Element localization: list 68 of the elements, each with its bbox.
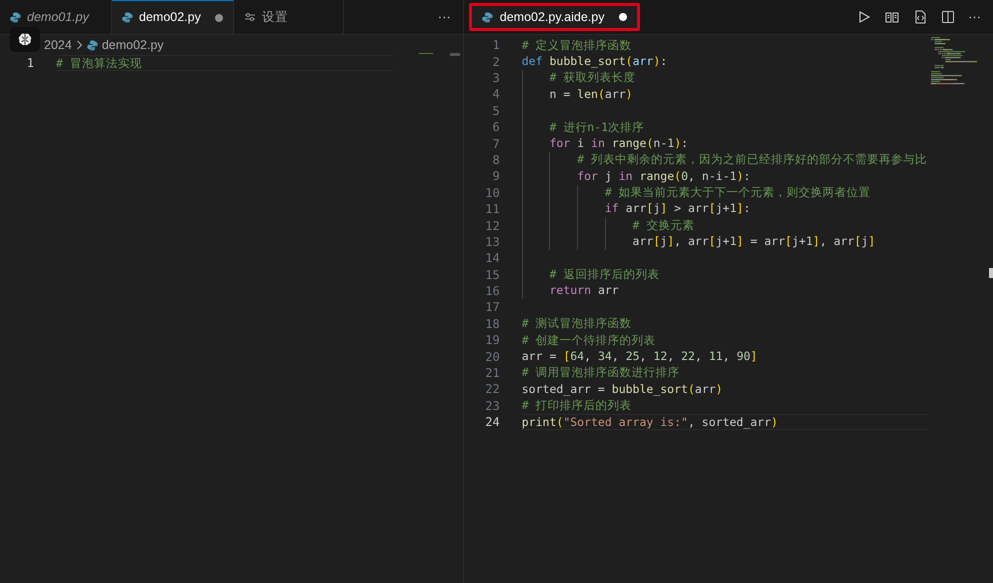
- code-line: # 进行n-1次排序: [548, 118, 644, 136]
- code-line: # 冒泡算法实现: [56, 54, 142, 72]
- code-line: if arr[j] > arr[j+1]:: [604, 200, 750, 218]
- code-line: # 获取列表长度: [548, 69, 636, 86]
- line-number: 13: [484, 234, 500, 251]
- editor-tab[interactable]: demo02.py: [112, 0, 234, 34]
- scrollbar-thumb[interactable]: [989, 268, 993, 278]
- code-line: def bubble_sort(arr):: [522, 52, 668, 70]
- code-file-icon: [913, 10, 927, 24]
- code-line: # 打印排序后的列表: [522, 397, 632, 414]
- line-number: 14: [484, 250, 500, 268]
- line-number: 3: [492, 70, 500, 87]
- run-icon: [857, 10, 871, 24]
- overlay-badge[interactable]: [10, 27, 40, 52]
- code-line: # 如果当前元素大于下一个元素，则交换两者位置: [604, 184, 871, 202]
- more-button[interactable]: ···: [966, 7, 983, 27]
- code-line: for i in range(n-1):: [548, 134, 688, 152]
- editor-tab[interactable]: demo02.py.aide.py: [468, 3, 640, 31]
- code-line: arr[j], arr[j+1] = arr[j+1], arr[j]: [632, 233, 876, 250]
- line-number: 5: [492, 102, 500, 120]
- line-number: 19: [484, 332, 500, 350]
- line-number: 24: [484, 414, 500, 432]
- breadcrumb-item[interactable]: 2024: [44, 36, 72, 54]
- chevron-icon: [76, 40, 83, 50]
- sliders-icon: [244, 12, 256, 22]
- line-number: 6: [492, 119, 500, 136]
- code-line: n = len(arr): [548, 86, 633, 103]
- brain-icon: [18, 33, 32, 46]
- code-line: # 测试冒泡排序函数: [522, 315, 632, 332]
- line-number: 2: [492, 54, 500, 71]
- python-icon: [482, 12, 493, 22]
- more-button[interactable]: ···: [426, 0, 463, 34]
- book-icon: [885, 10, 899, 24]
- line-number: 18: [484, 316, 500, 333]
- python-icon: [122, 12, 133, 23]
- editor-tab[interactable]: 设置: [234, 0, 344, 34]
- line-number: 20: [484, 348, 500, 366]
- line-number: 7: [492, 136, 500, 153]
- line-number: 16: [484, 283, 500, 300]
- line-number: 4: [492, 86, 500, 104]
- breadcrumb-item[interactable]: demo02.py: [102, 36, 164, 54]
- line-number: 22: [484, 381, 500, 398]
- line-number: 23: [484, 398, 500, 415]
- code-line: return arr: [548, 282, 619, 300]
- code-line: for j in range(0, n-i-1):: [576, 168, 750, 185]
- line-number: 12: [484, 218, 500, 234]
- line-number: 1: [26, 55, 34, 72]
- code-line: # 列表中剩余的元素，因为之前已经排序好的部分不需要再参与比: [576, 151, 927, 168]
- code-line: # 调用冒泡排序函数进行排序: [522, 364, 680, 382]
- line-number: 8: [492, 152, 500, 169]
- code-line: # 定义冒泡排序函数: [522, 36, 632, 54]
- line-number: 1: [492, 37, 500, 54]
- code-line: print("Sorted array is:", sorted_arr): [522, 414, 778, 431]
- python-icon: [86, 40, 98, 50]
- scrollbar-thumb[interactable]: [450, 53, 460, 56]
- split-editor-icon: [941, 10, 955, 24]
- line-number: 21: [484, 365, 500, 382]
- code-line: # 交换元素: [632, 216, 694, 234]
- line-number: 10: [484, 184, 500, 202]
- line-number: 9: [492, 168, 500, 186]
- code-line: # 创建一个待排序的列表: [522, 332, 656, 349]
- code-line: sorted_arr = bubble_sort(arr): [522, 380, 723, 398]
- code-line: arr = [64, 34, 25, 12, 22, 11, 90]: [522, 348, 758, 365]
- line-number: 17: [484, 299, 500, 316]
- line-number: 11: [484, 201, 500, 218]
- code-line: # 返回排序后的列表: [548, 266, 660, 284]
- line-number: 15: [484, 266, 500, 284]
- python-icon: [10, 12, 21, 22]
